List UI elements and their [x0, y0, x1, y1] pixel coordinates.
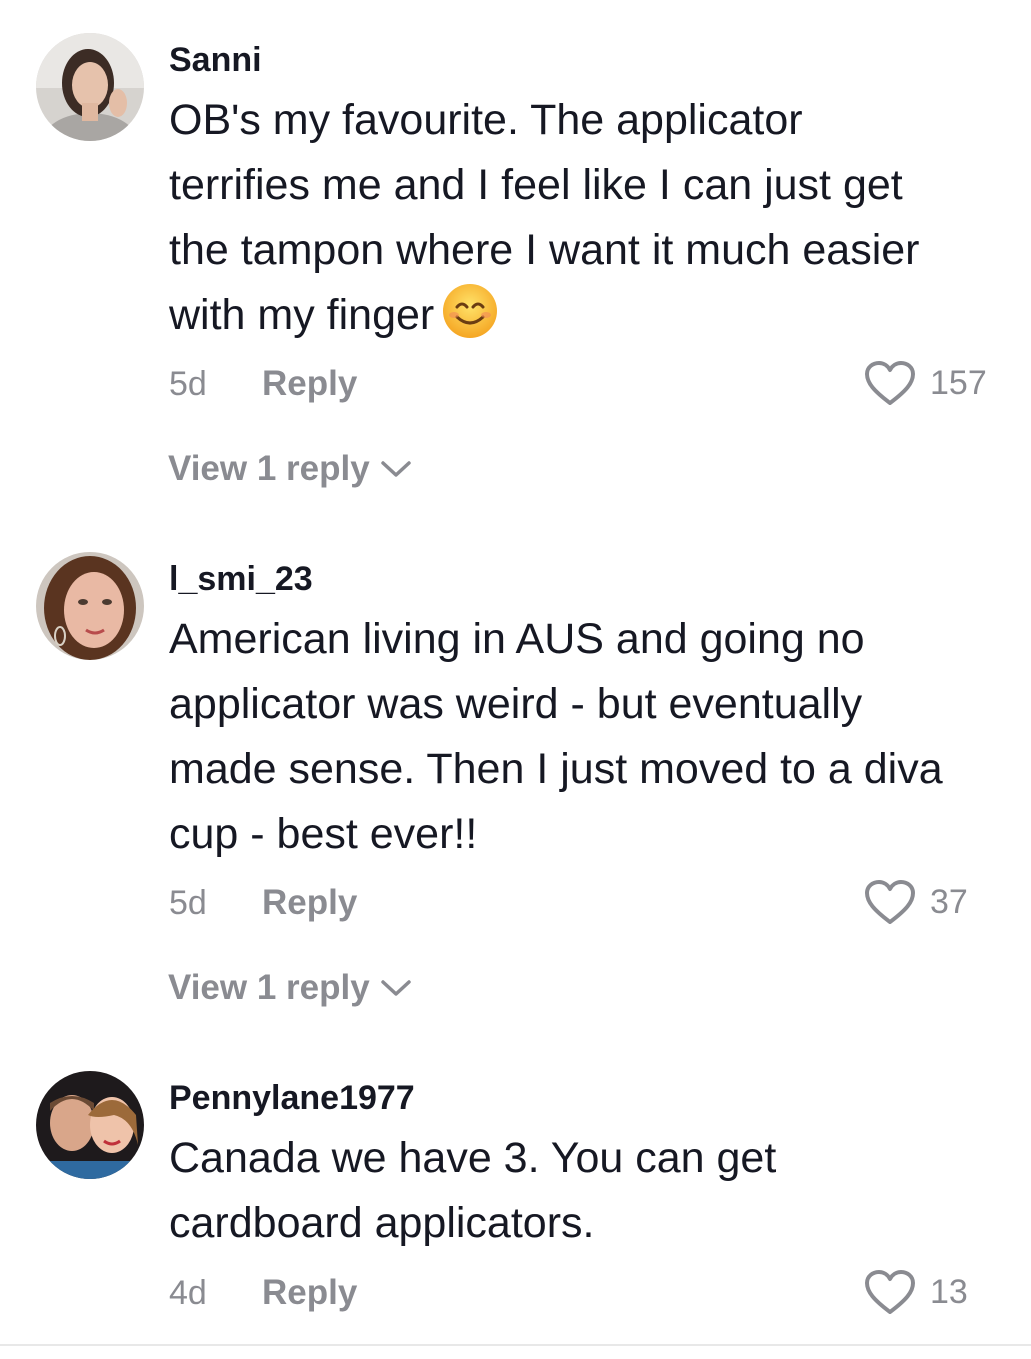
- reply-button[interactable]: Reply: [262, 1273, 357, 1313]
- comment-username[interactable]: Pennylane1977: [169, 1078, 415, 1118]
- avatar[interactable]: [36, 1071, 144, 1179]
- comment-age: 4d: [169, 1274, 207, 1312]
- comment-item: Pennylane1977 Canada we have 3. You can …: [0, 0, 1031, 1340]
- comment-text-line: cardboard applicators.: [169, 1199, 595, 1247]
- like-button[interactable]: 13: [864, 1267, 968, 1317]
- heart-outline-icon: [865, 1270, 915, 1314]
- comment-text: Canada we have 3. You can get cardboard …: [169, 1126, 1019, 1256]
- divider: [0, 1344, 1031, 1346]
- like-count: 13: [930, 1273, 968, 1311]
- comment-text-line: Canada we have 3. You can get: [169, 1134, 777, 1182]
